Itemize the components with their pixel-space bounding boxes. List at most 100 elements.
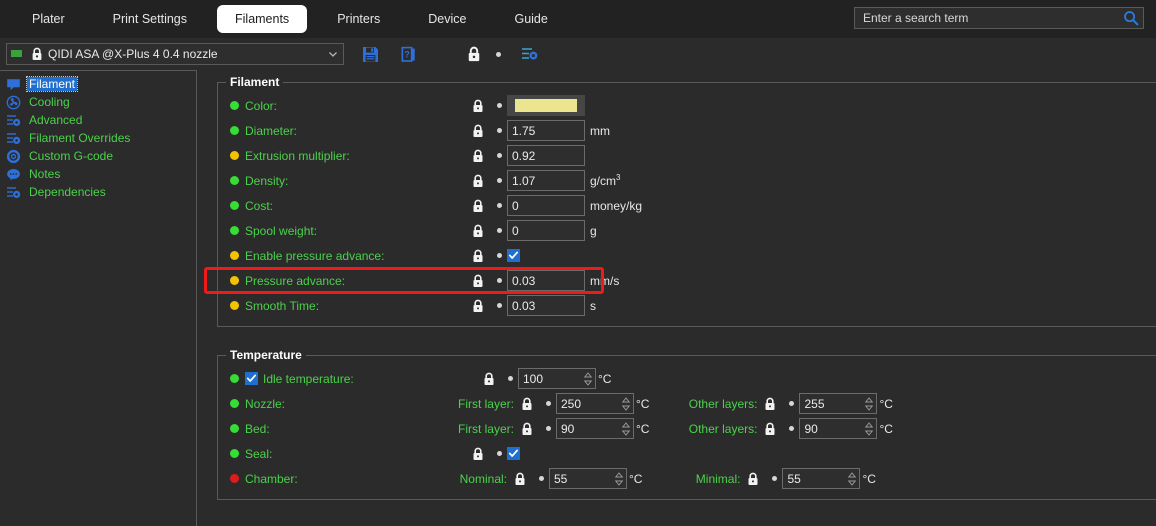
- lock-closed-icon[interactable]: [507, 472, 533, 486]
- lock-closed-icon[interactable]: [740, 472, 766, 486]
- tab-device[interactable]: Device: [410, 5, 484, 33]
- speech-bubble-icon: [7, 78, 20, 90]
- revert-dot-icon[interactable]: [491, 128, 507, 133]
- spinner-arrows-icon[interactable]: [581, 371, 595, 387]
- tab-printers[interactable]: Printers: [319, 5, 398, 33]
- preset-settings-button[interactable]: [518, 42, 542, 66]
- idle-temperature-checkbox[interactable]: [245, 372, 258, 385]
- sliders-gear-icon: [7, 186, 21, 198]
- row-seal: Seal:: [218, 441, 1156, 466]
- lock-closed-icon[interactable]: [465, 447, 491, 461]
- lock-closed-icon[interactable]: [465, 99, 491, 113]
- revert-dot-icon[interactable]: [491, 278, 507, 283]
- chamber-minimal-input[interactable]: 55: [787, 472, 845, 486]
- diameter-input[interactable]: 1.75: [507, 120, 585, 141]
- cost-input[interactable]: 0: [507, 195, 585, 216]
- revert-dot-icon[interactable]: [491, 153, 507, 158]
- revert-dot-icon[interactable]: [533, 476, 549, 481]
- lock-closed-icon[interactable]: [465, 274, 491, 288]
- enable-pressure-advance-checkbox[interactable]: [507, 249, 520, 262]
- chamber-minimal-spinner[interactable]: 55: [782, 468, 861, 489]
- nozzle-other-layers-spinner[interactable]: 255: [799, 393, 878, 414]
- revert-dot-icon[interactable]: [502, 376, 518, 381]
- spinner-arrows-icon[interactable]: [862, 421, 876, 437]
- idle-temperature-input[interactable]: 100: [523, 372, 581, 386]
- sidebar-item-custom-gcode[interactable]: Custom G-code: [4, 147, 196, 165]
- lock-closed-icon[interactable]: [757, 397, 783, 411]
- pressure-advance-input[interactable]: 0.03: [507, 270, 585, 291]
- compare-preset-button[interactable]: ?: [396, 42, 420, 66]
- lock-closed-icon[interactable]: [465, 124, 491, 138]
- lock-toggle-button[interactable]: [462, 42, 486, 66]
- idle-temperature-spinner[interactable]: 100: [518, 368, 596, 389]
- sidebar-item-filament[interactable]: Filament: [4, 75, 196, 93]
- sidebar-item-advanced[interactable]: Advanced: [4, 111, 196, 129]
- sidebar-item-label: Notes: [29, 167, 61, 181]
- color-picker-button[interactable]: [507, 95, 585, 116]
- status-bullet: [230, 126, 239, 135]
- smooth-time-input[interactable]: 0.03: [507, 295, 585, 316]
- nozzle-first-layer-spinner[interactable]: 250: [556, 393, 634, 414]
- chamber-nominal-spinner[interactable]: 55: [549, 468, 627, 489]
- density-input[interactable]: 1.07: [507, 170, 585, 191]
- spinner-arrows-icon[interactable]: [845, 471, 859, 487]
- lock-closed-icon[interactable]: [514, 397, 540, 411]
- tab-print-settings[interactable]: Print Settings: [95, 5, 205, 33]
- lock-closed-icon[interactable]: [476, 372, 502, 386]
- search-input[interactable]: Enter a search term: [863, 11, 1123, 25]
- search-icon[interactable]: [1123, 10, 1139, 26]
- nozzle-first-layer-input[interactable]: 250: [561, 397, 619, 411]
- lock-closed-icon[interactable]: [465, 299, 491, 313]
- lock-closed-icon[interactable]: [757, 422, 783, 436]
- spinner-arrows-icon[interactable]: [619, 421, 633, 437]
- sidebar-item-label: Custom G-code: [29, 149, 114, 163]
- revert-dot-icon[interactable]: [491, 303, 507, 308]
- revert-dot-icon[interactable]: [540, 401, 556, 406]
- row-pressure-advance: Pressure advance: 0.03 mm/s: [204, 267, 1156, 294]
- tab-guide[interactable]: Guide: [496, 5, 565, 33]
- sidebar-item-filament-overrides[interactable]: Filament Overrides: [4, 129, 196, 147]
- revert-dot-icon[interactable]: [783, 401, 799, 406]
- revert-dot-icon[interactable]: [766, 476, 782, 481]
- row-enable-pressure-advance: Enable pressure advance:: [218, 243, 1156, 268]
- lock-closed-icon[interactable]: [465, 249, 491, 263]
- extrusion-multiplier-input[interactable]: 0.92: [507, 145, 585, 166]
- revert-dot-icon[interactable]: [491, 203, 507, 208]
- tab-plater[interactable]: Plater: [14, 5, 83, 33]
- revert-dot-icon[interactable]: [491, 103, 507, 108]
- revert-dot-icon[interactable]: [491, 178, 507, 183]
- search-box[interactable]: Enter a search term: [854, 7, 1144, 29]
- lock-closed-icon[interactable]: [465, 149, 491, 163]
- chevron-down-icon[interactable]: [327, 48, 339, 60]
- spinner-arrows-icon[interactable]: [612, 471, 626, 487]
- chamber-nominal-label: Nominal:: [459, 471, 507, 486]
- sidebar-item-notes[interactable]: Notes: [4, 165, 196, 183]
- sidebar-item-cooling[interactable]: Cooling: [4, 93, 196, 111]
- nozzle-other-layers-input[interactable]: 255: [804, 397, 862, 411]
- spinner-arrows-icon[interactable]: [862, 396, 876, 412]
- bed-other-layers-spinner[interactable]: 90: [799, 418, 878, 439]
- chamber-nominal-input[interactable]: 55: [554, 472, 612, 486]
- save-preset-button[interactable]: [358, 42, 382, 66]
- sliders-gear-icon: [7, 114, 21, 126]
- field-unit: °C: [636, 396, 650, 411]
- revert-dot-icon[interactable]: [491, 253, 507, 258]
- revert-dot-icon[interactable]: [491, 451, 507, 456]
- seal-checkbox[interactable]: [507, 447, 520, 460]
- bed-first-layer-spinner[interactable]: 90: [556, 418, 634, 439]
- revert-dot-icon[interactable]: [491, 228, 507, 233]
- revert-dot-button[interactable]: [486, 42, 510, 66]
- lock-closed-icon[interactable]: [465, 199, 491, 213]
- spinner-arrows-icon[interactable]: [619, 396, 633, 412]
- bed-first-layer-input[interactable]: 90: [561, 422, 619, 436]
- sidebar-item-dependencies[interactable]: Dependencies: [4, 183, 196, 201]
- lock-closed-icon[interactable]: [514, 422, 540, 436]
- lock-closed-icon[interactable]: [465, 224, 491, 238]
- revert-dot-icon[interactable]: [540, 426, 556, 431]
- spool-weight-input[interactable]: 0: [507, 220, 585, 241]
- revert-dot-icon[interactable]: [783, 426, 799, 431]
- bed-other-layers-input[interactable]: 90: [804, 422, 862, 436]
- preset-dropdown[interactable]: QIDI ASA @X-Plus 4 0.4 nozzle: [6, 43, 344, 65]
- tab-filaments[interactable]: Filaments: [217, 5, 308, 33]
- lock-closed-icon[interactable]: [465, 174, 491, 188]
